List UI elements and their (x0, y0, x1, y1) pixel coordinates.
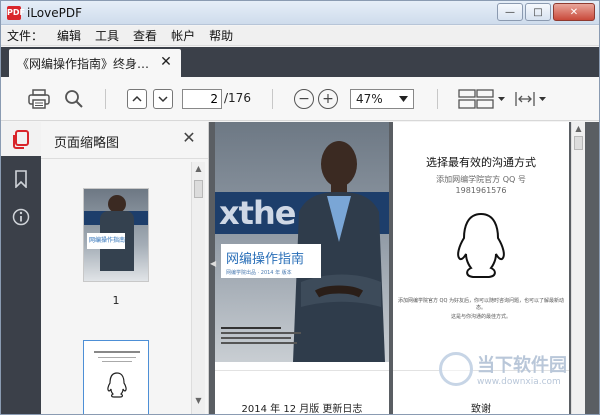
thumbnail-text-line (98, 357, 136, 358)
menu-tools[interactable]: 工具 (95, 27, 119, 44)
bookmark-icon (15, 170, 27, 188)
zoom-out-button[interactable]: − (294, 89, 314, 109)
page-footer-heading: 致谢 (471, 404, 491, 415)
text-line (221, 337, 291, 339)
thumbnail-cover-title: 网编操作指南 (89, 237, 126, 244)
zoom-select[interactable]: 47% (350, 89, 414, 109)
info-icon (12, 208, 30, 226)
toolbar-separator (272, 89, 273, 109)
thumbnails-title: 页面缩略图 (54, 136, 120, 151)
text-line (221, 342, 297, 344)
zoom-in-button[interactable]: + (318, 89, 338, 109)
cover-title: 网编操作指南 (226, 252, 305, 267)
tab-strip: 《网编操作指南》终身… ✕ (1, 47, 599, 77)
search-button[interactable] (62, 87, 86, 111)
tab-label: 《网编操作指南》终身… (17, 56, 150, 71)
thumbnails-close-icon[interactable]: ✕ (181, 130, 197, 146)
scroll-up-arrow-icon[interactable]: ▲ (572, 124, 585, 133)
toolbar-separator (437, 89, 438, 109)
watermark-url: www.downxia.com (477, 377, 561, 387)
title-bar: PDF iLovePDF — □ ✕ (1, 1, 599, 25)
print-button[interactable] (27, 87, 51, 111)
scroll-up-arrow-icon[interactable]: ▲ (192, 164, 205, 173)
thumbnail-text-line (102, 361, 132, 362)
document-page-cover: xthe 网编操作指南 网编学院出品 · 2014 年 版本 2014 年 12… (215, 122, 389, 415)
thumbnails-panel: 页面缩略图 ✕ 网编操作指南 1 ▲ ▼ (41, 122, 209, 414)
scrollbar-thumb[interactable] (574, 136, 583, 150)
sidebar-item-thumbnails[interactable] (1, 122, 41, 156)
fit-width-icon (515, 92, 546, 106)
chevron-down-icon (158, 96, 168, 103)
close-window-button[interactable]: ✕ (553, 3, 595, 21)
qq-penguin-icon (457, 212, 505, 278)
panel-divider (41, 158, 208, 159)
page-layout-button[interactable] (457, 88, 507, 110)
watermark-logo-icon (439, 352, 473, 386)
qq-penguin-icon (107, 372, 127, 398)
page-total: /176 (224, 91, 251, 105)
thumbnails-scrollbar[interactable]: ▲ ▼ (191, 162, 205, 414)
menu-view[interactable]: 查看 (133, 27, 157, 44)
thumbnail-cover-card: 网编操作指南 (87, 233, 125, 249)
page-number-input[interactable] (182, 89, 222, 109)
toolbar-separator (105, 89, 106, 109)
cover-title-card: 网编操作指南 网编学院出品 · 2014 年 版本 (221, 244, 321, 278)
scroll-down-arrow-icon[interactable]: ▼ (192, 396, 205, 405)
page-heading: 选择最有效的沟通方式 (426, 156, 536, 169)
scrollbar-thumb[interactable] (194, 180, 203, 198)
page-note: 添加网编学院官方 QQ 为好友后，你可以随时咨询问题，也可以了解最新动态。 (397, 298, 565, 311)
caret-down-icon (399, 96, 408, 102)
thumbnail-text-line (94, 351, 140, 353)
cover-subtitle: 网编学院出品 · 2014 年 版本 (226, 270, 292, 276)
thumbnail-page-1[interactable]: 网编操作指南 (83, 188, 149, 282)
thumbnail-page-number: 1 (112, 294, 120, 307)
cover-footer: 2014 年 12 月版 更新日志 (241, 404, 363, 415)
sidebar-item-info[interactable] (1, 200, 41, 234)
menu-account[interactable]: 帐户 (171, 27, 195, 44)
menu-help[interactable]: 帮助 (209, 27, 233, 44)
tab-document[interactable]: 《网编操作指南》终身… ✕ (9, 49, 181, 77)
thumbnail-page-2[interactable] (83, 340, 149, 414)
pages-icon (13, 130, 29, 149)
toolbar: /176 − + 47% (1, 77, 599, 121)
viewer-scrollbar[interactable]: ▲ (571, 122, 585, 414)
app-title: iLovePDF (27, 5, 83, 20)
collapse-panel-arrow-icon[interactable]: ◀ (210, 259, 216, 268)
search-icon (65, 90, 83, 108)
text-line (221, 332, 301, 334)
cover-photo: xthe (215, 122, 389, 362)
app-logo-icon: PDF (7, 5, 25, 20)
app-window: PDF iLovePDF — □ ✕ 文件： 编辑 工具 查看 帐户 帮助 《网… (0, 0, 600, 415)
layout-grid-icon (458, 89, 505, 109)
sidebar-item-bookmarks[interactable] (1, 162, 41, 196)
text-line (221, 327, 281, 329)
watermark-main-text: 当下软件园 (477, 355, 567, 376)
sidebar-rail (1, 122, 41, 414)
qq-number: 1981961576 (455, 186, 507, 195)
print-icon (28, 89, 50, 109)
previous-page-button[interactable] (127, 89, 147, 109)
menu-file[interactable]: 文件： (7, 27, 43, 44)
page-note-2: 这是与你沟通的最佳方式。 (450, 314, 511, 320)
menu-bar: 文件： 编辑 工具 查看 帐户 帮助 (1, 26, 599, 46)
zoom-value: 47% (356, 92, 383, 106)
minimize-button[interactable]: — (497, 3, 523, 21)
page-divider (215, 370, 389, 371)
next-page-button[interactable] (153, 89, 173, 109)
chevron-up-icon (132, 95, 142, 102)
maximize-button[interactable]: □ (525, 3, 551, 21)
page-subheading: 添加网编学院官方 QQ 号 (436, 175, 526, 184)
site-watermark: 当下软件园 www.downxia.com (439, 351, 567, 387)
cover-fine-print (221, 327, 311, 344)
window-controls: — □ ✕ (497, 3, 595, 21)
tab-close-icon[interactable]: ✕ (159, 55, 173, 69)
watermark-text: 当下软件园 www.downxia.com (477, 351, 567, 387)
menu-edit[interactable]: 编辑 (57, 27, 81, 44)
fit-width-button[interactable] (513, 88, 549, 110)
